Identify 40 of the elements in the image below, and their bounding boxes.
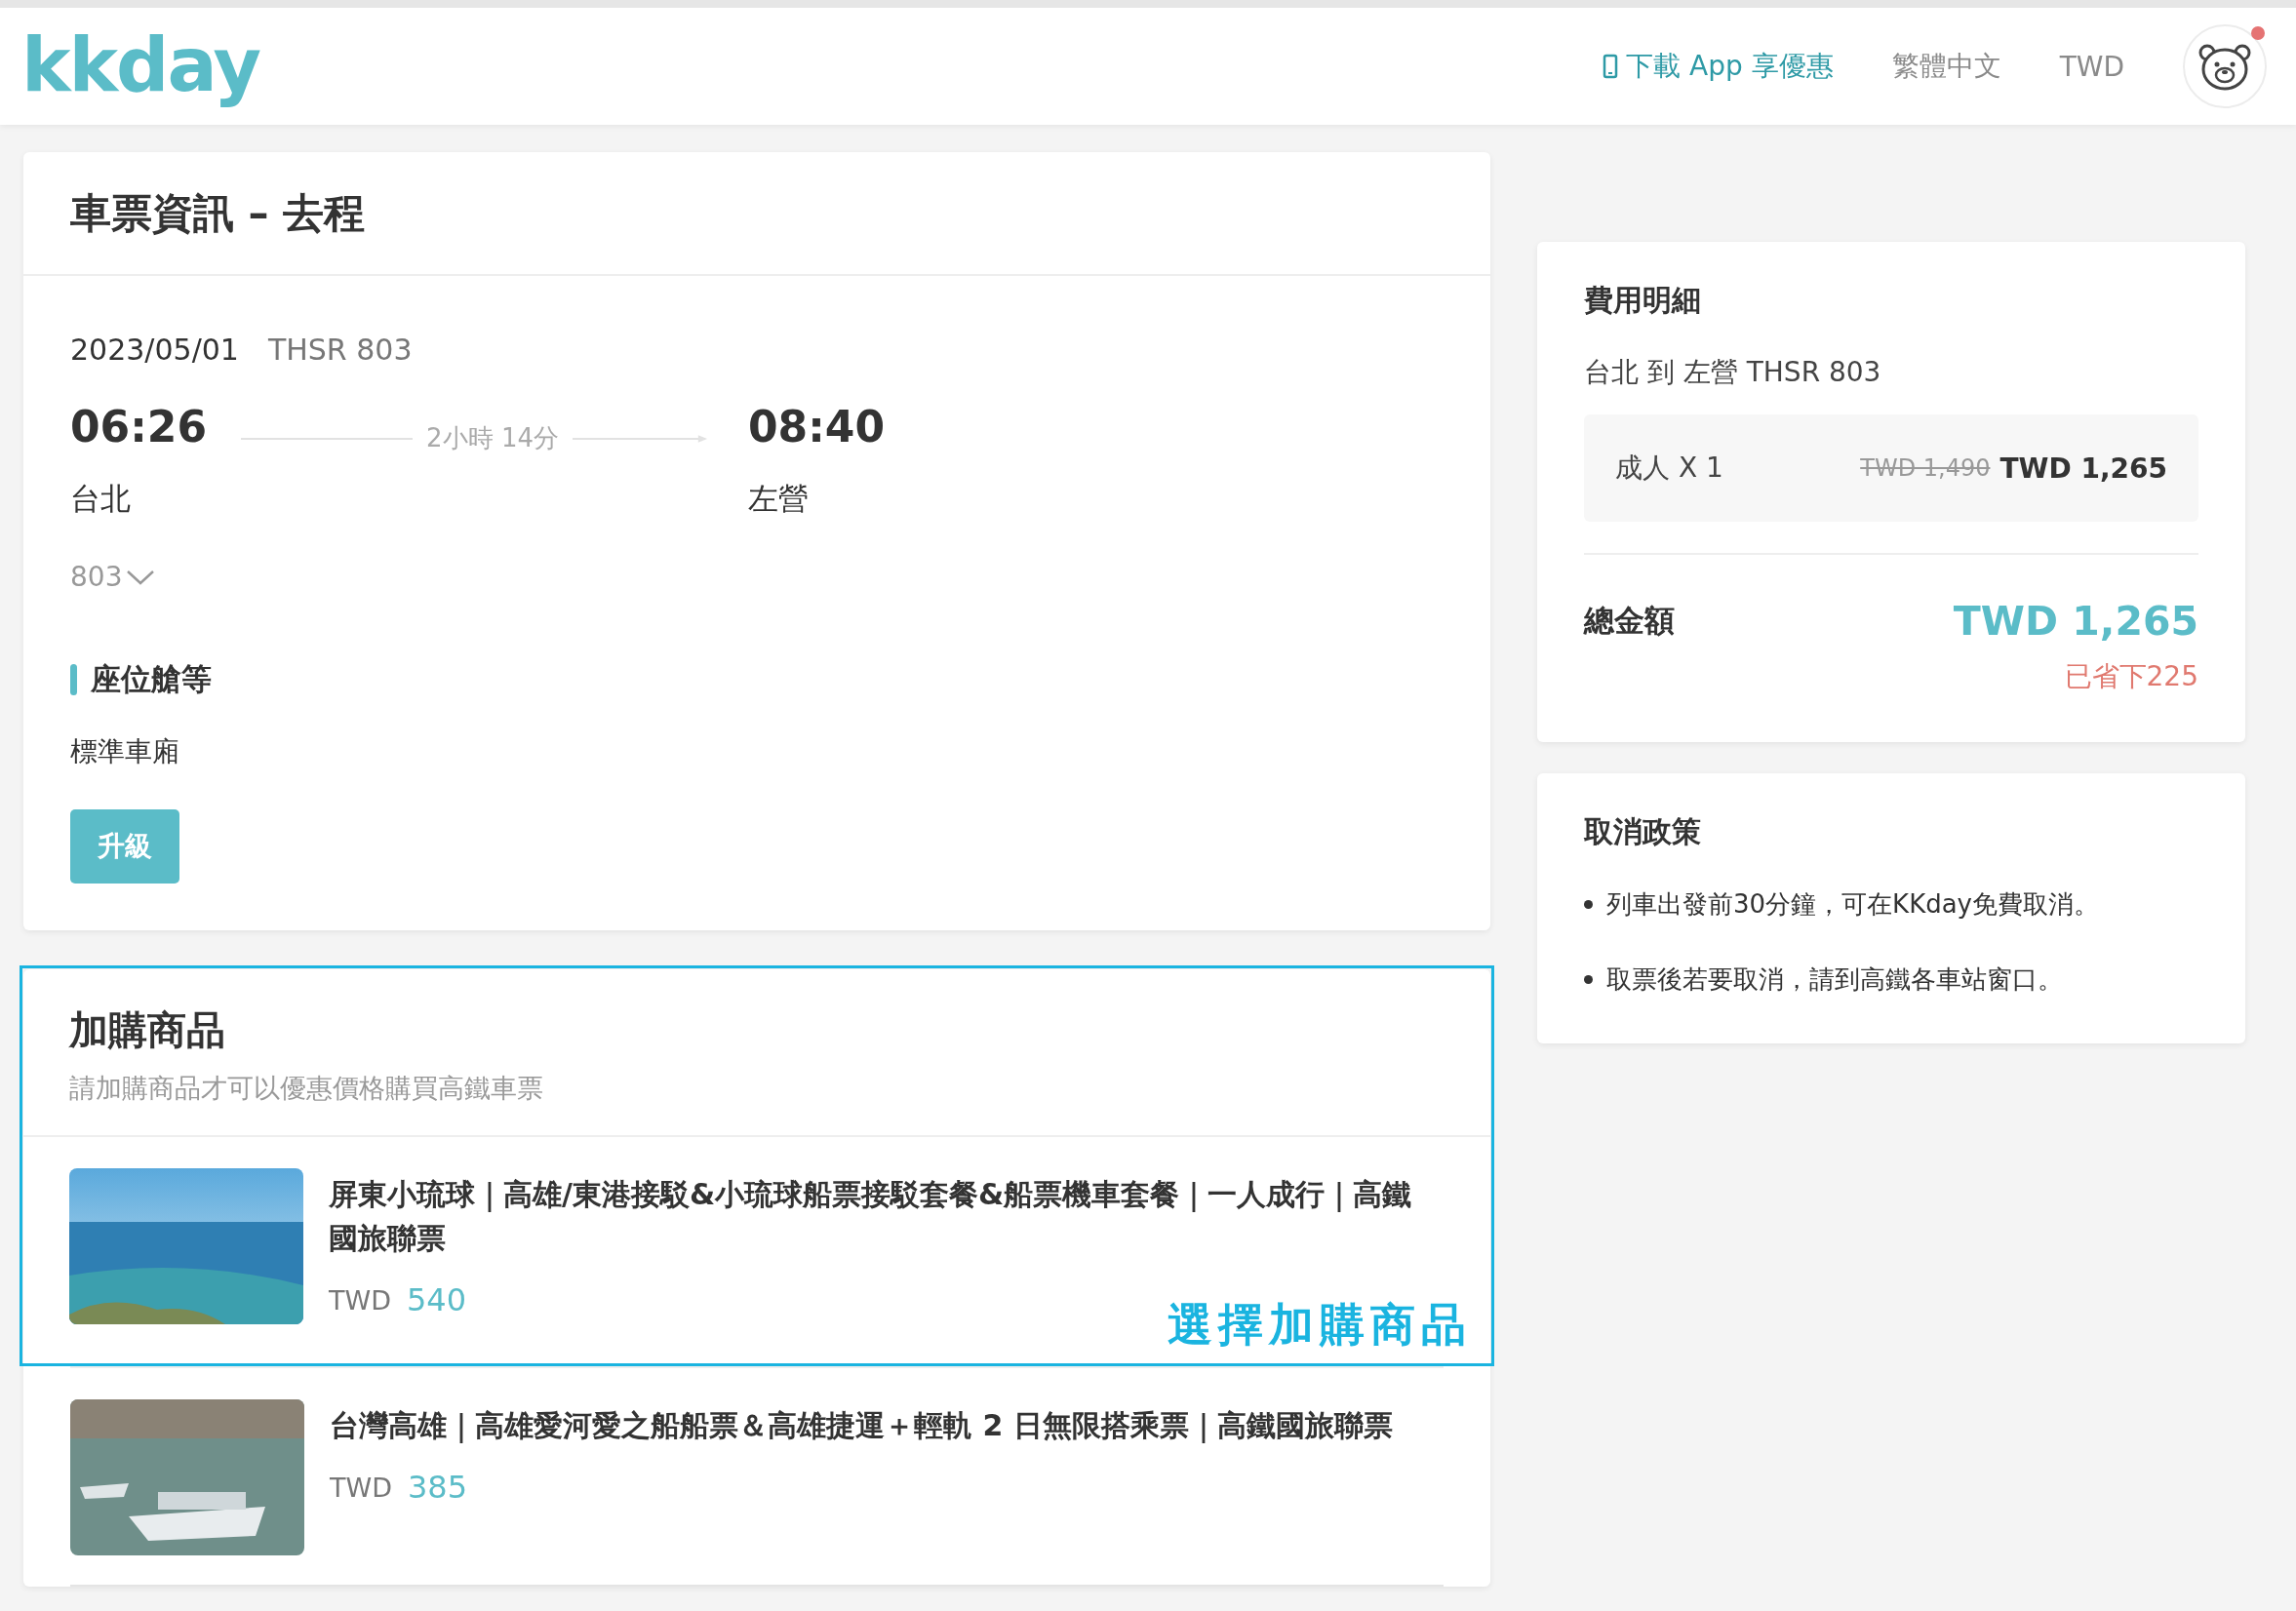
product-title[interactable]: 台灣高雄｜高雄愛河愛之船船票＆高雄捷運＋輕軌 2 日無限搭乘票｜高鐵國旅聯票	[330, 1403, 1427, 1447]
phone-icon	[1603, 54, 1619, 79]
route-summary: 台北 到 左營 THSR 803	[1584, 356, 1881, 388]
card-title: 車票資訊 – 去程	[70, 187, 366, 239]
card-subtitle: 請加購商品才可以優惠價格購買高鐵車票	[69, 1072, 544, 1105]
card-title: 加購商品	[69, 1006, 226, 1054]
section-heading: 座位艙等	[91, 660, 212, 698]
arrival-station: 左營	[748, 480, 810, 518]
product-currency: TWD	[330, 1472, 392, 1503]
total-price: TWD 1,265	[1953, 598, 2198, 645]
product-title[interactable]: 屏東小琉球｜高雄/東港接駁&小琉球船票接駁套餐&船票機車套餐｜一人成行｜高鐵國旅聯票	[329, 1172, 1426, 1260]
card-title: 取消政策	[1584, 813, 1702, 850]
highlight-label: 選擇加購商品	[1168, 1297, 1472, 1353]
stops-toggle[interactable]: 803	[70, 561, 156, 593]
product-price: 385	[408, 1469, 468, 1506]
departure-time: 06:26	[70, 402, 209, 452]
original-price: TWD 1,490	[1860, 454, 1991, 482]
header-link[interactable]: 繁體中文	[1891, 48, 2001, 85]
app-download-link[interactable]: 下載 App 享優惠	[1603, 48, 1834, 85]
arrival-time: 08:40	[748, 402, 887, 452]
upgrade-button[interactable]: 升級	[70, 809, 179, 884]
duration: 2小時 14分	[426, 422, 559, 454]
product-currency: TWD	[329, 1284, 391, 1316]
card-title: 費用明細	[1584, 282, 1702, 319]
fee-price: TWD 1,265	[1999, 452, 2167, 485]
total-label: 總金額	[1584, 602, 1675, 640]
logo[interactable]: kkday	[21, 18, 265, 115]
train-number: THSR 803	[267, 333, 413, 367]
savings: 已省下225	[2064, 659, 2198, 694]
seat-class: 標準車廂	[70, 735, 179, 767]
bullet-dot	[1584, 975, 1593, 984]
departure-station: 台北	[70, 480, 132, 518]
policy-text: 取票後若要取消，請到高鐵各車站窗口。	[1606, 963, 2063, 996]
header-link[interactable]: TWD	[2059, 50, 2124, 83]
product-price: 540	[407, 1281, 467, 1318]
fee-label: 成人 X 1	[1615, 451, 1723, 486]
bullet-dot	[1584, 900, 1593, 909]
policy-text: 列車出發前30分鐘，可在KKday免費取消。	[1606, 888, 2099, 921]
travel-date: 2023/05/01	[70, 333, 239, 367]
accent-bar	[70, 664, 77, 695]
